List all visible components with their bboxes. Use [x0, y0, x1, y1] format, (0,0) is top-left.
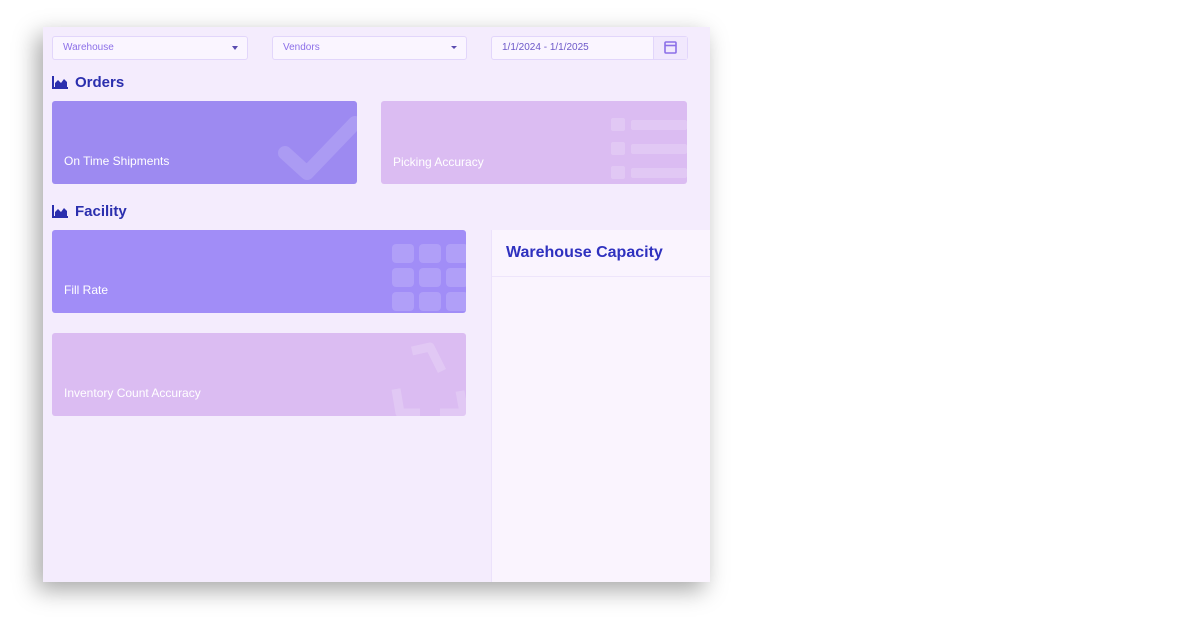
date-range-input[interactable]: 1/1/2024 - 1/1/2025 — [491, 36, 688, 60]
area-chart-icon — [52, 76, 68, 89]
facility-title: Facility — [75, 203, 127, 220]
card-label: Inventory Count Accuracy — [64, 386, 201, 400]
check-icon — [278, 116, 357, 180]
chevron-down-icon — [451, 46, 457, 49]
chevron-down-icon — [232, 46, 238, 50]
warehouse-capacity-panel: Warehouse Capacity — [491, 230, 710, 582]
card-label: Fill Rate — [64, 283, 109, 297]
orders-title: Orders — [75, 74, 125, 91]
panel-header: Warehouse Capacity — [492, 230, 710, 277]
facility-heading: Facility — [52, 203, 127, 220]
fill-rate-card[interactable]: Fill Rate — [52, 230, 466, 313]
picking-accuracy-card[interactable]: Picking Accuracy — [381, 101, 687, 184]
warehouse-select[interactable]: Warehouse — [52, 36, 248, 60]
recycle-icon — [391, 342, 466, 416]
card-label: Picking Accuracy — [393, 155, 484, 169]
inventory-count-accuracy-card[interactable]: Inventory Count Accuracy — [52, 333, 466, 416]
calendar-button[interactable] — [653, 37, 687, 59]
calendar-icon — [664, 41, 677, 54]
grid-icon — [392, 244, 466, 311]
warehouse-capacity-title: Warehouse Capacity — [506, 244, 663, 261]
card-label: On Time Shipments — [64, 154, 170, 168]
on-time-shipments-card[interactable]: On Time Shipments — [52, 101, 357, 184]
vendors-select-value: Vendors — [283, 42, 320, 53]
area-chart-icon — [52, 205, 68, 218]
warehouse-select-value: Warehouse — [63, 42, 114, 53]
date-range-value: 1/1/2024 - 1/1/2025 — [502, 42, 589, 53]
list-icon — [611, 118, 687, 179]
dashboard-window: Warehouse Vendors 1/1/2024 - 1/1/2025 Or… — [43, 27, 710, 582]
orders-heading: Orders — [52, 74, 124, 91]
vendors-select[interactable]: Vendors — [272, 36, 467, 60]
